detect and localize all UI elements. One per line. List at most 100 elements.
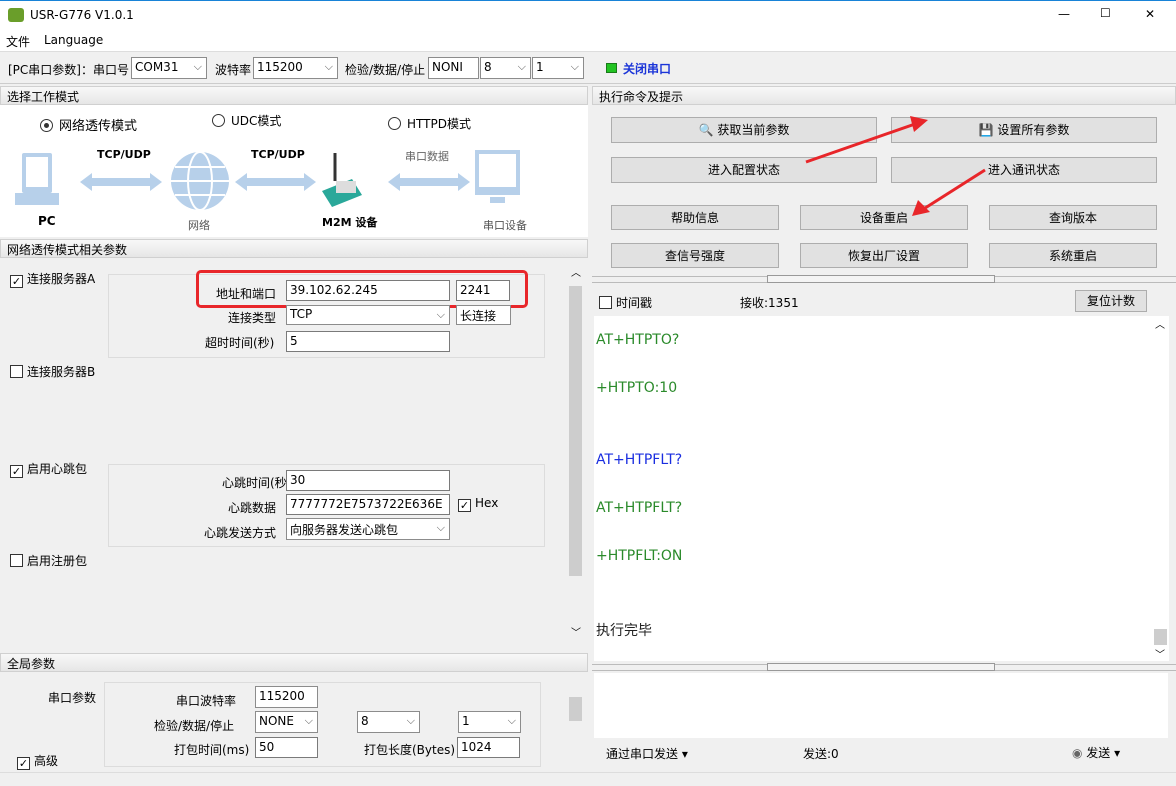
scroll-thumb[interactable]	[1154, 629, 1167, 645]
search-icon: 🔍	[698, 123, 718, 137]
parity-select[interactable]: NONI	[428, 57, 479, 79]
diagram-serial-label: 串口设备	[483, 219, 527, 232]
checkbox-checked-icon: ✓	[17, 757, 30, 770]
close-port-button[interactable]: 关闭串口	[623, 60, 671, 77]
checkbox-label: Hex	[475, 496, 499, 510]
checkbox-icon	[10, 365, 23, 378]
window-title: USR-G776 V1.0.1	[30, 8, 134, 22]
receive-log[interactable]: AT+HTPTO? +HTPTO:10 AT+HTPFLT? AT+HTPFLT…	[594, 316, 1152, 661]
global-data-select[interactable]: 8 ⌵	[357, 711, 420, 733]
scroll-up-icon[interactable]: ︿	[1155, 316, 1165, 331]
server-a-checkbox[interactable]: ✓ 连接服务器A	[10, 270, 95, 288]
connection-mode-select[interactable]: 长连接	[456, 305, 511, 325]
checkbox-icon	[599, 296, 612, 309]
heartbeat-mode-select[interactable]: 向服务器发送心跳包 ⌵	[286, 518, 450, 540]
global-parity-select[interactable]: NONE ⌵	[255, 711, 318, 733]
global-scrollbar[interactable]	[567, 677, 584, 769]
annotation-arrows	[805, 116, 986, 216]
diagram-link-label: TCP/UDP	[251, 148, 305, 161]
menu-language[interactable]: Language	[44, 33, 103, 47]
stop-bits-select[interactable]: 1 ⌵	[532, 57, 584, 79]
send-count: 发送:0	[803, 747, 839, 761]
advanced-checkbox[interactable]: ✓ 高级	[17, 752, 58, 770]
minimize-button[interactable]: —	[1058, 7, 1070, 21]
work-mode-panel: 网络透传模式 UDC模式 HTTPD模式 PC TCP/UDP 网络 TCP/U…	[0, 105, 588, 237]
baud-select[interactable]: 115200 ⌵	[253, 57, 338, 79]
port-select[interactable]: COM31 ⌵	[131, 57, 207, 79]
scroll-thumb[interactable]	[569, 697, 582, 721]
timestamp-checkbox[interactable]: 时间戳	[599, 294, 652, 311]
chevron-down-icon: ⌵	[517, 60, 526, 73]
conn-value: 长连接	[460, 309, 497, 323]
factory-reset-button[interactable]: 恢复出厂设置	[800, 243, 968, 268]
log-line: +HTPTO:10	[596, 380, 678, 396]
checkbox-label: 连接服务器B	[27, 365, 96, 379]
chevron-down-icon: ⌵	[436, 521, 445, 534]
global-stop-select[interactable]: 1 ⌵	[458, 711, 521, 733]
send-button[interactable]: ◉ 发送 ▾	[1072, 744, 1120, 761]
title-bar: USR-G776 V1.0.1 — ☐ ✕	[0, 0, 1176, 31]
globe-icon	[171, 151, 229, 211]
pack-time-label: 打包时间(ms)	[174, 743, 250, 757]
server-b-checkbox[interactable]: 连接服务器B	[10, 363, 95, 380]
checkbox-label: 时间戳	[616, 296, 653, 310]
params-scrollbar[interactable]: ︿ ﹀	[567, 264, 584, 640]
help-button[interactable]: 帮助信息	[611, 205, 779, 230]
data-bits-select[interactable]: 8 ⌵	[480, 57, 531, 79]
global-baud-select[interactable]: 115200	[255, 686, 318, 708]
splitter-bottom[interactable]	[592, 663, 1176, 671]
send-label: 发送	[1086, 746, 1111, 760]
laptop-icon	[15, 153, 59, 205]
params-panel: ✓ 连接服务器A 地址和端口 39.102.62.245 2241 连接类型 TC…	[0, 259, 588, 643]
work-mode-header: 选择工作模式	[0, 86, 588, 105]
heartbeat-checkbox[interactable]: ✓ 启用心跳包	[10, 460, 87, 478]
pc-port-label: [PC串口参数]：串口号	[8, 63, 129, 77]
red-arrow-icon	[805, 116, 986, 216]
log-line: 执行完毕	[596, 623, 652, 639]
send-input[interactable]	[594, 673, 1168, 738]
highlight-box	[196, 270, 528, 308]
log-line: AT+HTPFLT?	[596, 452, 683, 468]
global-stop-value: 1	[462, 714, 470, 728]
close-button[interactable]: ✕	[1145, 7, 1155, 21]
heartbeat-time-label: 心跳时间(秒)	[222, 476, 292, 490]
chevron-down-icon: ⌵	[304, 714, 313, 727]
checkbox-label: 启用注册包	[27, 554, 88, 568]
port-value: COM31	[135, 60, 179, 74]
diagram-network-label: 网络	[188, 219, 210, 232]
log-scrollbar[interactable]: ︿ ﹀	[1152, 316, 1169, 661]
heartbeat-time-input[interactable]: 30	[286, 470, 450, 491]
scroll-thumb[interactable]	[569, 286, 582, 576]
heartbeat-data-label: 心跳数据	[228, 501, 277, 515]
type-value: TCP	[290, 307, 313, 321]
splitter-handle	[767, 275, 995, 283]
hex-checkbox[interactable]: ✓ Hex	[458, 496, 498, 512]
send-via-label: 通过串口发送	[606, 747, 679, 761]
pack-length-input[interactable]: 1024	[457, 737, 520, 758]
connection-type-select[interactable]: TCP ⌵	[286, 305, 450, 325]
pack-time-input[interactable]: 50	[255, 737, 318, 758]
port-status-led-icon	[606, 63, 617, 73]
scroll-down-icon[interactable]: ﹀	[571, 624, 581, 639]
send-via-dropdown[interactable]: 通过串口发送 ▾	[606, 745, 688, 762]
signal-button[interactable]: 查信号强度	[611, 243, 779, 268]
reset-count-button[interactable]: 复位计数	[1075, 290, 1147, 312]
heartbeat-mode-value: 向服务器发送心跳包	[290, 523, 399, 537]
checkbox-label: 启用心跳包	[27, 462, 88, 476]
system-restart-button[interactable]: 系统重启	[989, 243, 1157, 268]
heartbeat-data-input[interactable]: 7777772E7573722E636E	[286, 494, 450, 515]
heartbeat-mode-label: 心跳发送方式	[204, 526, 277, 540]
chevron-down-icon: ⌵	[193, 60, 202, 73]
m2m-device-icon	[322, 153, 362, 207]
chevron-down-icon: ⌵	[406, 714, 415, 727]
scroll-up-icon[interactable]: ︿	[571, 264, 581, 279]
log-line: +HTPFLT:ON	[596, 548, 683, 564]
maximize-button[interactable]: ☐	[1100, 6, 1111, 20]
scroll-down-icon[interactable]: ﹀	[1155, 646, 1165, 661]
button-label: 获取当前参数	[717, 123, 790, 137]
timeout-input[interactable]: 5	[286, 331, 450, 352]
register-checkbox[interactable]: 启用注册包	[10, 552, 87, 569]
splitter-top[interactable]	[592, 275, 1176, 283]
menu-file[interactable]: 文件	[6, 33, 30, 50]
double-arrow-icon	[80, 173, 470, 191]
